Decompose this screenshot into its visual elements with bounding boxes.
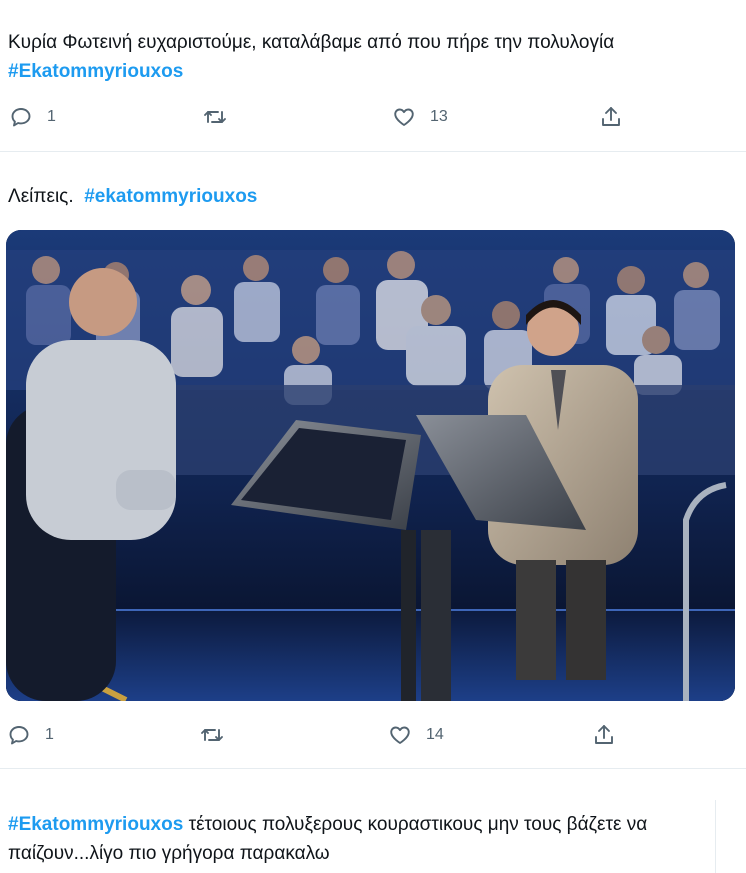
retweet-icon bbox=[201, 729, 223, 741]
share-button[interactable] bbox=[599, 102, 623, 132]
tweet-text: Λείπεις. #ekatommyriouxos bbox=[8, 182, 726, 211]
divider bbox=[0, 768, 746, 769]
vertical-divider bbox=[715, 800, 716, 873]
like-count: 14 bbox=[426, 726, 444, 743]
retweet-button[interactable] bbox=[200, 720, 224, 750]
tweet-body: Κυρία Φωτεινή ευχαριστούμε, καταλάβαμε α… bbox=[8, 32, 615, 53]
studio-photo bbox=[6, 230, 735, 701]
tweet-photo[interactable] bbox=[6, 230, 735, 701]
hashtag-link[interactable]: #Ekatommyriouxos bbox=[8, 61, 183, 82]
share-button[interactable] bbox=[592, 720, 616, 750]
tweet-actions: 1 13 bbox=[0, 102, 746, 132]
tweet-actions: 1 14 bbox=[0, 720, 746, 750]
retweet-icon bbox=[204, 111, 226, 123]
like-button[interactable]: 13 bbox=[392, 102, 448, 132]
reply-button[interactable]: 1 bbox=[7, 720, 54, 750]
share-icon bbox=[602, 107, 620, 126]
hashtag-link[interactable]: #Ekatommyriouxos bbox=[8, 814, 183, 835]
reply-icon bbox=[11, 108, 31, 127]
reply-icon bbox=[9, 726, 29, 745]
like-count: 13 bbox=[430, 108, 448, 125]
tweet-body: Λείπεις. bbox=[8, 186, 74, 207]
hashtag-link[interactable]: #ekatommyriouxos bbox=[84, 186, 257, 207]
like-button[interactable]: 14 bbox=[388, 720, 444, 750]
tweet-text: Κυρία Φωτεινή ευχαριστούμε, καταλάβαμε α… bbox=[8, 28, 726, 86]
reply-count: 1 bbox=[45, 726, 54, 743]
divider bbox=[0, 151, 746, 152]
tweet-text: #Ekatommyriouxos τέτοιους πολυξερους κου… bbox=[8, 810, 706, 868]
retweet-button[interactable] bbox=[203, 102, 227, 132]
reply-count: 1 bbox=[47, 108, 56, 125]
heart-icon bbox=[394, 108, 414, 126]
heart-icon bbox=[390, 726, 410, 744]
share-icon bbox=[595, 725, 613, 744]
reply-button[interactable]: 1 bbox=[9, 102, 56, 132]
